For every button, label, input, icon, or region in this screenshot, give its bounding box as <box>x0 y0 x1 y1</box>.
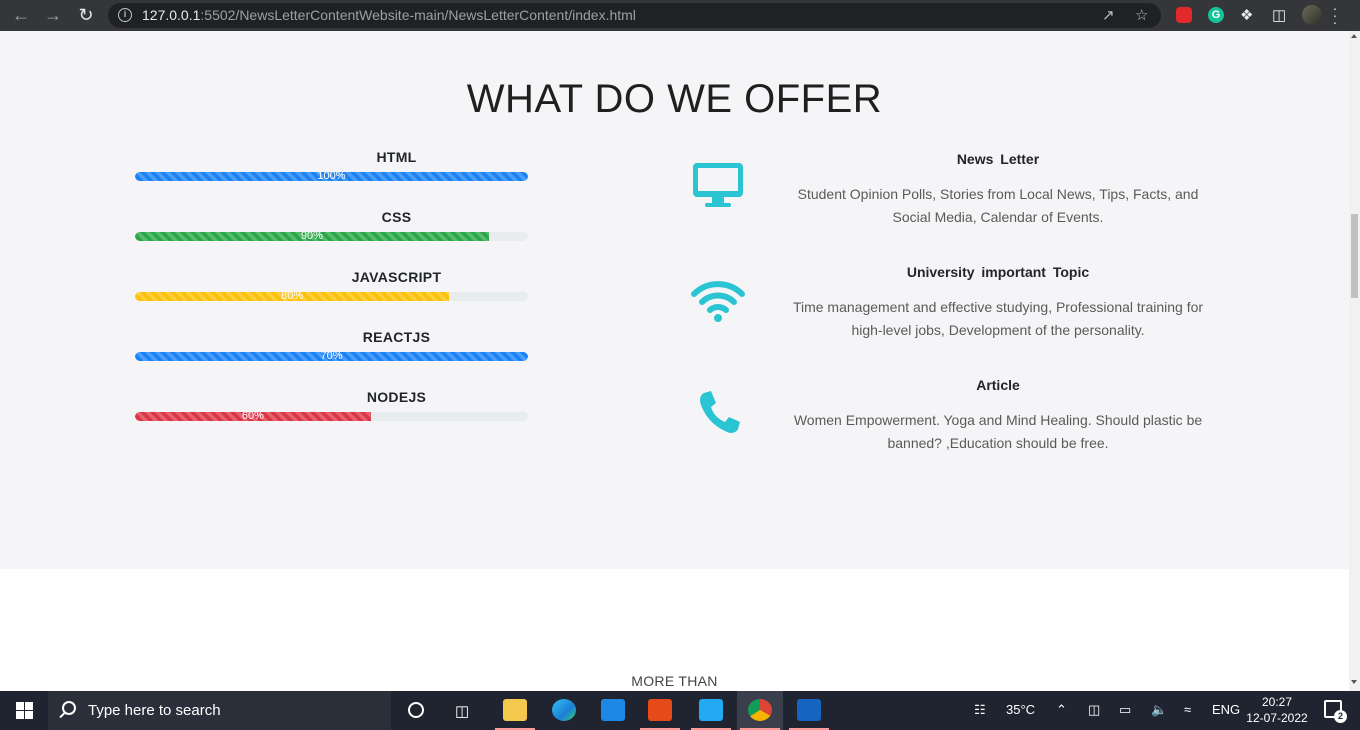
windows-taskbar: Type here to search ◫ ☷ 35°C ⌃ ◫ ▭ 🔈 ≈ E… <box>0 691 1360 730</box>
office-icon[interactable] <box>637 691 683 730</box>
desktop-icon <box>690 161 750 213</box>
tray-chevron-up-icon[interactable]: ⌃ <box>1056 702 1067 718</box>
photos-icon[interactable] <box>786 691 832 730</box>
skill-item: REACTJS 70% <box>135 329 528 389</box>
extension-grammarly-icon[interactable]: G <box>1208 7 1224 23</box>
side-panel-icon[interactable]: ◫ <box>1272 6 1286 24</box>
offer-item-article: Article Women Empowerment. Yoga and Mind… <box>690 375 1250 488</box>
skill-progress-fill: 60% <box>135 412 371 421</box>
url-text[interactable]: 127.0.0.1:5502/NewsLetterContentWebsite-… <box>142 7 636 23</box>
skill-name: REACTJS <box>362 329 431 345</box>
offer-title: Article <box>976 377 1020 393</box>
skill-name: CSS <box>381 209 412 225</box>
skill-item: HTML 100% <box>135 149 528 209</box>
skill-progress-track: 100% <box>135 172 528 181</box>
cortana-icon[interactable] <box>408 702 424 718</box>
phone-icon <box>690 387 750 439</box>
weather-temperature[interactable]: 35°C <box>1006 702 1035 717</box>
edge-icon[interactable] <box>541 691 587 730</box>
skill-progress-fill: 70% <box>135 352 528 361</box>
skill-name: JAVASCRIPT <box>351 269 442 285</box>
skill-percent-label: 60% <box>241 412 264 421</box>
offer-description: Time management and effective studying, … <box>792 299 1204 338</box>
battery-icon[interactable]: ▭ <box>1119 702 1131 718</box>
file-explorer-icon[interactable] <box>492 691 538 730</box>
site-info-icon[interactable]: i <box>118 8 132 22</box>
offer-item-newsletter: News Letter Student Opinion Polls, Stori… <box>690 149 1250 262</box>
skill-percent-label: 70% <box>320 352 343 361</box>
meet-now-icon[interactable]: ◫ <box>1088 702 1100 718</box>
vscode-icon[interactable] <box>688 691 734 730</box>
offer-title: University important Topic <box>906 264 1090 280</box>
notification-count-badge: 2 <box>1334 710 1347 723</box>
share-icon[interactable]: ↗ <box>1102 6 1115 24</box>
taskbar-search-input[interactable]: Type here to search <box>48 691 391 730</box>
scroll-up-icon[interactable] <box>1351 34 1357 38</box>
profile-avatar[interactable] <box>1302 5 1322 25</box>
page-scrollbar[interactable] <box>1349 31 1360 691</box>
scroll-down-icon[interactable] <box>1351 680 1357 684</box>
mail-icon[interactable] <box>590 691 636 730</box>
skill-progress-track: 80% <box>135 292 528 301</box>
windows-start-icon[interactable] <box>16 702 33 719</box>
forward-icon[interactable]: → <box>42 5 64 25</box>
offers-list: News Letter Student Opinion Polls, Stori… <box>690 149 1250 488</box>
task-view-icon[interactable]: ◫ <box>455 702 469 720</box>
weather-icon[interactable]: ☷ <box>974 702 986 718</box>
skill-item: CSS 90% <box>135 209 528 269</box>
skill-name: HTML <box>376 149 417 165</box>
skill-progress-track: 60% <box>135 412 528 421</box>
skill-percent-label: 100% <box>317 172 346 181</box>
chrome-icon[interactable] <box>737 691 783 730</box>
stats-heading: MORE THAN <box>631 673 718 689</box>
section-title: WHAT DO WE OFFER <box>466 77 883 121</box>
language-indicator[interactable]: ENG <box>1212 702 1240 717</box>
skill-progress-track: 90% <box>135 232 528 241</box>
wifi-icon <box>690 274 750 326</box>
extensions-puzzle-icon[interactable]: ❖ <box>1240 6 1253 24</box>
offer-title: News Letter <box>956 151 1040 167</box>
skill-percent-label: 90% <box>300 232 323 241</box>
offer-description: Student Opinion Polls, Stories from Loca… <box>797 186 1199 225</box>
search-placeholder: Type here to search <box>88 702 221 719</box>
scroll-thumb[interactable] <box>1351 214 1358 298</box>
skill-progress-fill: 90% <box>135 232 489 241</box>
address-bar[interactable]: i 127.0.0.1:5502/NewsLetterContentWebsit… <box>108 3 1161 28</box>
back-icon[interactable]: ← <box>10 5 32 25</box>
browser-menu-icon[interactable]: · · · <box>1330 1 1340 29</box>
reload-icon[interactable]: ↻ <box>75 5 97 25</box>
offer-section: WHAT DO WE OFFER HTML 100% CSS 90% JAVAS… <box>0 31 1349 569</box>
offer-item-university: University important Topic Time manageme… <box>690 262 1250 375</box>
clock-time: 20:27 <box>1261 695 1293 709</box>
search-icon <box>62 701 76 715</box>
system-clock[interactable]: 20:27 12-07-2022 <box>1244 694 1310 726</box>
bookmark-star-icon[interactable]: ☆ <box>1135 6 1148 24</box>
skills-list: HTML 100% CSS 90% JAVASCRIPT 80% REACTJS… <box>135 149 528 449</box>
clock-date: 12-07-2022 <box>1246 711 1308 725</box>
skill-percent-label: 80% <box>281 292 304 301</box>
skill-progress-track: 70% <box>135 352 528 361</box>
volume-icon[interactable]: 🔈 <box>1151 702 1167 718</box>
browser-toolbar: ← → ↻ i 127.0.0.1:5502/NewsLetterContent… <box>0 0 1360 31</box>
skill-name: NODEJS <box>366 389 427 405</box>
offer-description: Women Empowerment. Yoga and Mind Healing… <box>793 412 1203 451</box>
extension-adblock-icon[interactable] <box>1176 7 1192 23</box>
skill-item: JAVASCRIPT 80% <box>135 269 528 329</box>
page-viewport: WHAT DO WE OFFER HTML 100% CSS 90% JAVAS… <box>0 31 1349 691</box>
network-icon[interactable]: ≈ <box>1184 702 1191 717</box>
skill-item: NODEJS 60% <box>135 389 528 449</box>
skill-progress-fill: 100% <box>135 172 528 181</box>
skill-progress-fill: 80% <box>135 292 450 301</box>
